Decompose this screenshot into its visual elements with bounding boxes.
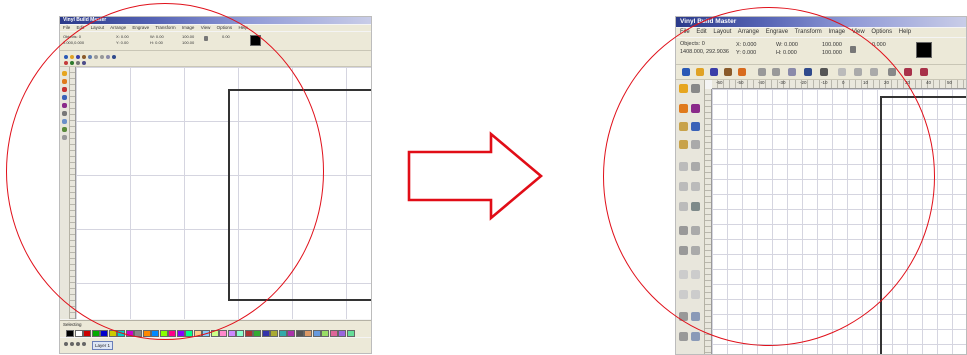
palette-swatch[interactable] [329,330,338,337]
palette-swatch[interactable] [253,330,261,337]
palette-swatch[interactable] [219,330,227,337]
left-layer-bar: Layer 1 [60,338,371,353]
palette-swatch[interactable] [83,330,91,337]
palette-swatch[interactable] [312,330,321,337]
palette-swatch[interactable] [304,330,312,337]
palette-swatch[interactable] [287,330,295,337]
left-highlight-circle [6,3,324,340]
left-next-page-icon[interactable] [76,342,80,346]
palette-swatch[interactable] [338,330,346,337]
right-measure-tool-icon[interactable] [691,332,700,341]
palette-swatch[interactable] [227,330,236,337]
palette-swatch[interactable] [100,330,108,337]
right-highlight-circle [603,7,935,346]
palette-swatch[interactable] [278,330,287,337]
palette-swatch[interactable] [346,330,355,337]
right-stamp-tool-icon[interactable] [679,332,688,341]
palette-swatch[interactable] [91,330,100,337]
palette-swatch[interactable] [321,330,329,337]
palette-swatch[interactable] [244,330,253,337]
palette-swatch[interactable] [66,330,74,337]
right-weld-icon[interactable] [904,68,912,76]
right-menu-help[interactable]: Help [899,29,911,35]
palette-swatch[interactable] [295,330,304,337]
right-color-swatch[interactable] [916,42,932,58]
left-layer-tab-label: Layer 1 [95,343,111,348]
ruler-tick-label: 40 [926,80,932,85]
palette-swatch[interactable] [74,330,83,337]
left-layer-tab[interactable]: Layer 1 [92,341,114,350]
right-menu-options[interactable]: Options [871,29,892,35]
left-status-text: Selecting [63,322,82,327]
left-last-page-icon[interactable] [82,342,86,346]
palette-swatch[interactable] [261,330,270,337]
left-first-page-icon[interactable] [64,342,68,346]
left-prev-page-icon[interactable] [70,342,74,346]
ruler-tick-label: 50 [947,80,953,85]
right-arrow-icon [407,131,544,221]
palette-swatch[interactable] [236,330,244,337]
right-trace-icon[interactable] [920,68,928,76]
left-menu-file[interactable]: File [63,25,70,30]
palette-swatch[interactable] [270,330,278,337]
